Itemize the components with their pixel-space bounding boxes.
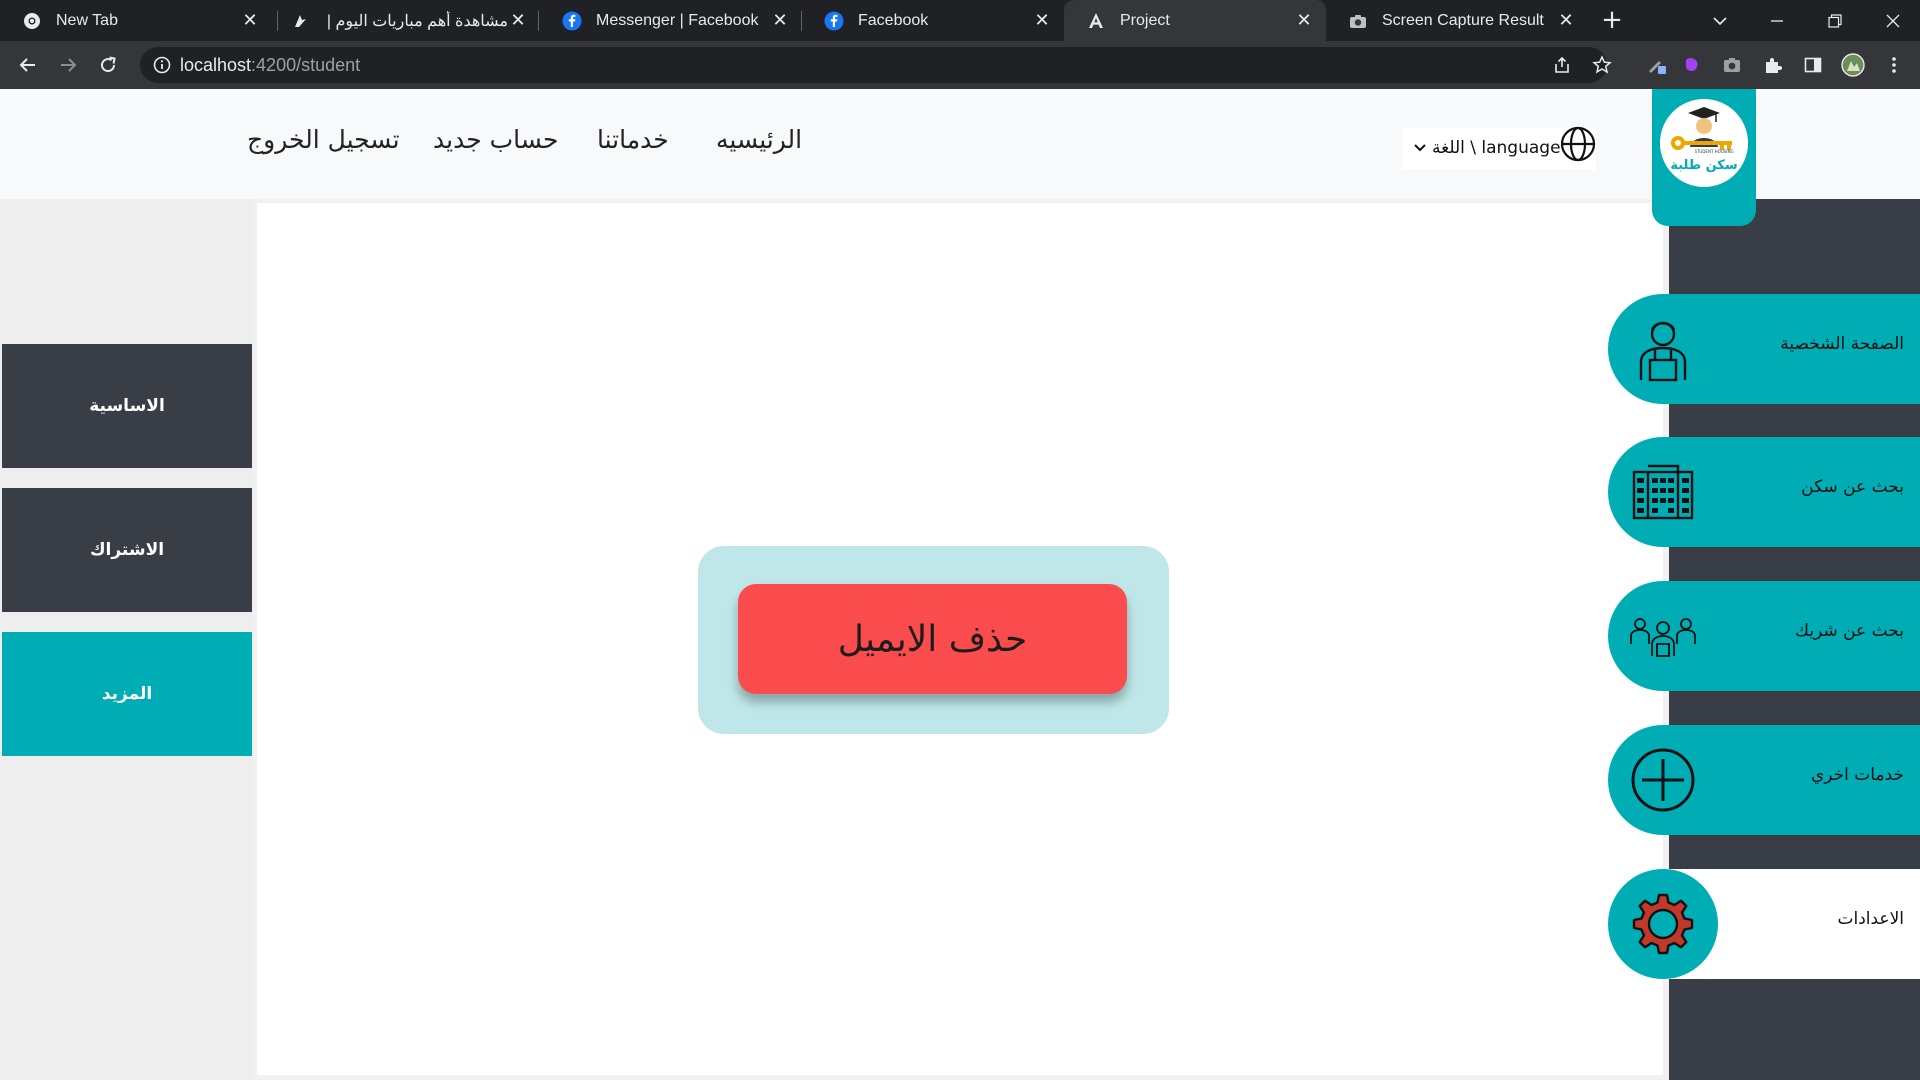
browser-tab-bar: New Tab ✕ مشاهدة أهم مباريات اليوم | أ ✕… xyxy=(0,0,1920,41)
puzzle-extensions-icon[interactable] xyxy=(1761,53,1785,77)
sidebar-item-other-services[interactable]: خدمات اخري xyxy=(1608,725,1920,835)
nav-home-link[interactable]: الرئيسيه xyxy=(716,125,802,154)
url-path: :4200/student xyxy=(251,55,361,75)
sidebar-item-label: الصفحة الشخصية xyxy=(1780,334,1904,354)
tab-title: Facebook xyxy=(858,11,929,29)
browser-tab[interactable]: Messenger | Facebook ✕ xyxy=(540,0,802,41)
group-icon xyxy=(1608,581,1718,691)
logo-subtext: STUDENT HOUSING xyxy=(1694,149,1733,154)
delete-email-container: حذف الايميل xyxy=(698,546,1169,734)
new-tab-button[interactable]: + xyxy=(1598,6,1626,34)
reload-icon[interactable] xyxy=(92,49,124,81)
profile-avatar-icon[interactable] xyxy=(1841,53,1865,77)
browser-tab[interactable]: مشاهدة أهم مباريات اليوم | أ ✕ xyxy=(278,0,540,41)
angular-icon xyxy=(1086,11,1106,31)
minimize-icon[interactable] xyxy=(1752,0,1802,41)
sidebar-item-label: خدمات اخري xyxy=(1810,765,1904,785)
close-tab-icon[interactable]: ✕ xyxy=(1556,10,1576,31)
camera-icon xyxy=(1348,11,1368,31)
forward-icon[interactable] xyxy=(52,49,84,81)
close-window-icon[interactable] xyxy=(1868,0,1918,41)
facebook-icon xyxy=(824,11,844,31)
url-text: localhost:4200/student xyxy=(180,55,360,76)
back-icon[interactable] xyxy=(12,49,44,81)
site-header: تسجيل الخروج حساب جديد خدماتنا الرئيسيه … xyxy=(0,89,1920,199)
sidebar-item-profile[interactable]: الصفحة الشخصية xyxy=(1608,294,1920,404)
screen-capture-icon[interactable] xyxy=(1720,53,1744,77)
tab-title: Screen Capture Result xyxy=(1382,11,1544,29)
gear-icon xyxy=(1608,869,1718,979)
chrome-icon xyxy=(22,11,42,31)
nav-register-link[interactable]: حساب جديد xyxy=(433,125,559,154)
address-bar[interactable]: localhost:4200/student xyxy=(140,47,1612,83)
left-menu-item-more-active[interactable]: المزيد xyxy=(2,632,252,756)
sidebar-item-settings-active[interactable]: الاعدادات xyxy=(1608,869,1920,979)
plus-circle-icon xyxy=(1608,725,1718,835)
tab-title: مشاهدة أهم مباريات اليوم | أ xyxy=(324,12,508,30)
tab-search-icon[interactable] xyxy=(1695,0,1745,41)
close-tab-icon[interactable]: ✕ xyxy=(1294,10,1314,31)
nav-logout-link[interactable]: تسجيل الخروج xyxy=(247,125,400,154)
tab-divider xyxy=(538,11,539,31)
menu-kebab-icon[interactable] xyxy=(1882,53,1906,77)
sidebar-item-label: بحث عن شريك xyxy=(1795,621,1904,641)
close-tab-icon[interactable]: ✕ xyxy=(508,10,528,31)
globe-icon xyxy=(1559,125,1597,163)
delete-email-button[interactable]: حذف الايميل xyxy=(738,584,1127,694)
site-info-icon[interactable] xyxy=(152,55,172,75)
logo-text: سكن طلبة xyxy=(1670,158,1737,173)
close-tab-icon[interactable]: ✕ xyxy=(770,10,790,31)
bookmark-star-icon[interactable] xyxy=(1590,53,1614,77)
logo-graphic: STUDENT HOUSING سكن طلبة xyxy=(1660,99,1748,187)
sports-icon xyxy=(290,11,310,31)
browser-tab-active[interactable]: Project ✕ xyxy=(1064,0,1326,41)
close-tab-icon[interactable]: ✕ xyxy=(1032,10,1052,31)
browser-tab[interactable]: New Tab ✕ xyxy=(0,0,272,41)
tab-title: Messenger | Facebook xyxy=(596,11,759,29)
facebook-icon xyxy=(562,11,582,31)
browser-tab[interactable]: Facebook ✕ xyxy=(802,0,1064,41)
restore-icon[interactable] xyxy=(1810,0,1860,41)
side-panel-icon[interactable] xyxy=(1801,53,1825,77)
left-menu-item-subscription[interactable]: الاشتراك xyxy=(2,488,252,612)
left-panel: الاساسية الاشتراك المزيد xyxy=(0,199,252,1080)
close-tab-icon[interactable]: ✕ xyxy=(240,10,260,31)
sidebar-item-partner-search[interactable]: بحث عن شريك xyxy=(1608,581,1920,691)
student-profile-icon xyxy=(1608,294,1718,404)
left-menu-item-basic[interactable]: الاساسية xyxy=(2,344,252,468)
gem-extension-icon[interactable] xyxy=(1680,53,1704,77)
language-label: اللغة \ language xyxy=(1432,138,1561,158)
sidebar-item-label: بحث عن سكن xyxy=(1801,477,1904,497)
buildings-icon xyxy=(1608,437,1718,547)
nav-services-link[interactable]: خدماتنا xyxy=(597,125,669,154)
share-icon[interactable] xyxy=(1550,53,1574,77)
url-host: localhost xyxy=(180,55,252,75)
page-viewport: تسجيل الخروج حساب جديد خدماتنا الرئيسيه … xyxy=(0,89,1920,1080)
left-menu-item-label: الاشتراك xyxy=(89,540,165,560)
browser-tab[interactable]: Screen Capture Result ✕ xyxy=(1326,0,1588,41)
pen-extension-icon[interactable] xyxy=(1645,53,1669,77)
tab-title: Project xyxy=(1120,11,1170,29)
site-logo[interactable]: STUDENT HOUSING سكن طلبة xyxy=(1660,99,1748,187)
left-menu-item-label: المزيد xyxy=(101,684,153,704)
chevron-down-icon xyxy=(1410,138,1430,158)
sidebar-item-label: الاعدادات xyxy=(1837,909,1904,929)
logo-tab[interactable]: STUDENT HOUSING سكن طلبة xyxy=(1652,89,1756,226)
sidebar-item-housing-search[interactable]: بحث عن سكن xyxy=(1608,437,1920,547)
tab-title: New Tab xyxy=(56,11,118,29)
left-menu-item-label: الاساسية xyxy=(89,396,165,416)
browser-toolbar: localhost:4200/student xyxy=(0,41,1920,89)
